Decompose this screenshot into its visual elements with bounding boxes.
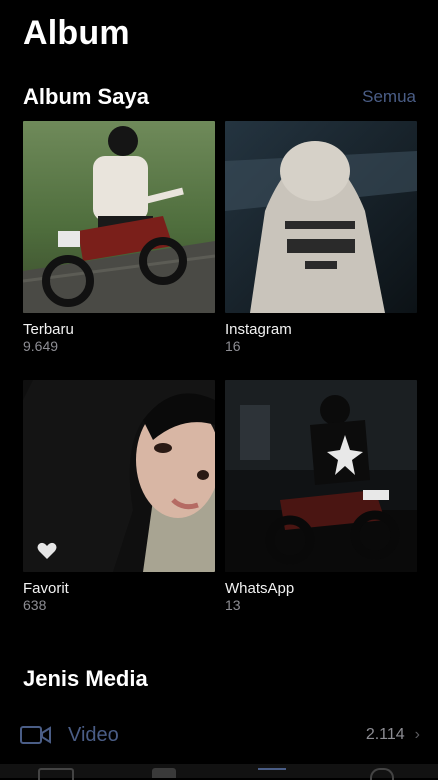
album-name: WhatsApp: [225, 580, 295, 597]
album-count: 13: [225, 597, 241, 613]
heart-icon: [37, 542, 57, 559]
album-thumbnail[interactable]: [225, 380, 417, 572]
album-name: Terbaru: [23, 321, 74, 338]
search-tab-icon[interactable]: [370, 768, 394, 780]
motorbike-rider-photo: [23, 121, 215, 313]
album-thumbnail[interactable]: [23, 380, 215, 572]
section-header-my-albums: Album Saya Semua: [23, 82, 416, 112]
album-count: 638: [23, 597, 47, 613]
media-type-video-row[interactable]: Video 2.114 ›: [20, 720, 420, 750]
album-recent[interactable]: Terbaru 9.649: [23, 121, 215, 355]
tab-bar: [0, 764, 438, 780]
album-favorites[interactable]: Favorit 638: [23, 380, 215, 614]
page-title: Album: [23, 14, 130, 52]
for-you-tab-icon[interactable]: [152, 768, 176, 778]
album-thumbnail[interactable]: [23, 121, 215, 313]
media-type-label: Video: [68, 723, 119, 746]
hoodie-person-photo: [225, 121, 417, 313]
chevron-right-icon: ›: [414, 726, 420, 743]
photos-tab-icon[interactable]: [38, 768, 74, 780]
album-count: 9.649: [23, 338, 59, 354]
album-instagram[interactable]: Instagram 16: [225, 121, 417, 355]
albums-tab-icon[interactable]: [258, 768, 286, 780]
video-icon: [20, 726, 51, 744]
album-name: Instagram: [225, 321, 292, 338]
media-type-count: 2.114: [365, 726, 405, 743]
album-count: 16: [225, 338, 241, 354]
album-thumbnail[interactable]: [225, 121, 417, 313]
section-title: Album Saya: [23, 84, 149, 109]
album-name: Favorit: [23, 580, 69, 597]
album-whatsapp[interactable]: WhatsApp 13: [225, 380, 417, 614]
media-types-title: Jenis Media: [23, 666, 148, 691]
night-motorbike-photo: [225, 380, 417, 572]
see-all-link[interactable]: Semua: [362, 87, 416, 107]
